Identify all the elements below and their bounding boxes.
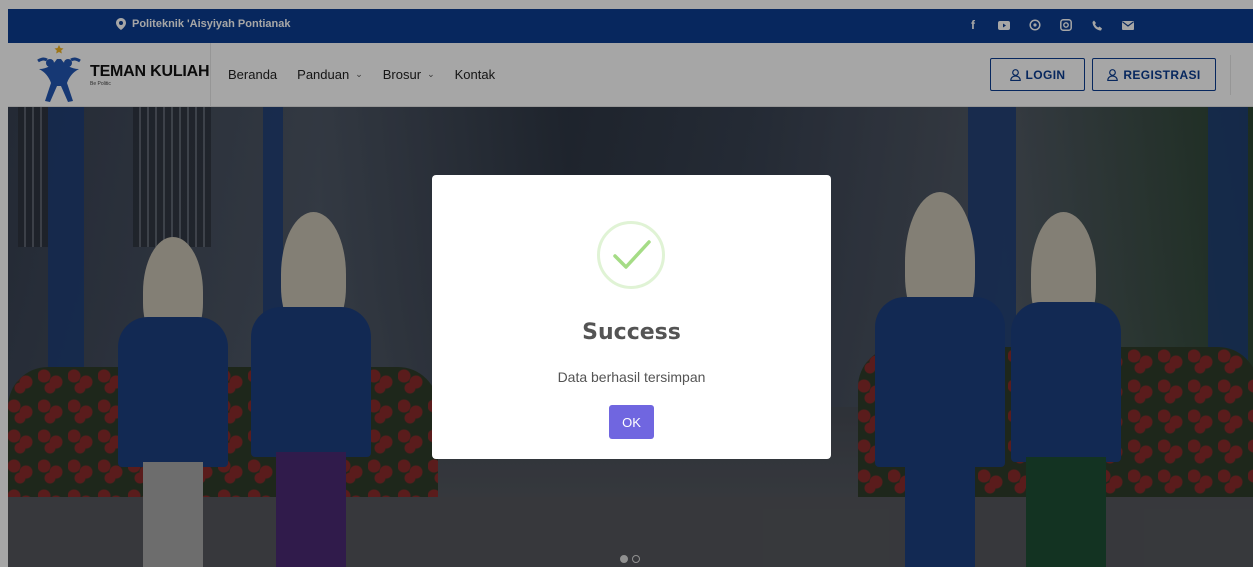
dialog-message: Data berhasil tersimpan <box>557 369 706 385</box>
dialog-title: Success <box>582 320 681 345</box>
success-dialog: Success Data berhasil tersimpan OK <box>432 175 831 459</box>
success-check-icon <box>597 221 665 289</box>
ok-button[interactable]: OK <box>609 405 654 439</box>
